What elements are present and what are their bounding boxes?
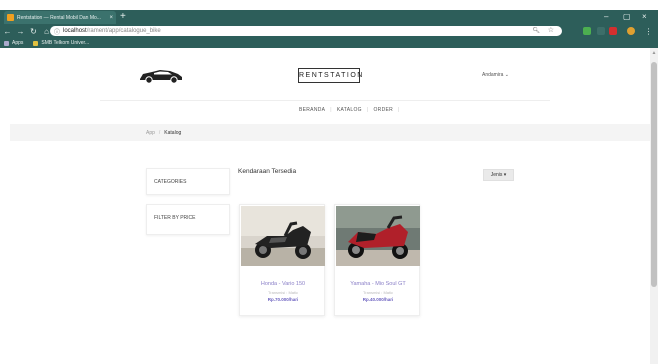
vehicle-name[interactable]: Honda - Vario 150 [240,281,326,287]
brand-title[interactable]: RENTSTATION [298,68,362,83]
scroll-thumb[interactable] [651,62,657,287]
nav-separator: | [330,107,332,113]
url-input[interactable]: ⓘ localhost /rament/app/catalogue_bike 🔍… [50,26,562,36]
apps-grid-icon [4,40,9,46]
back-arrow-icon[interactable]: ← [2,27,13,36]
new-tab-button[interactable]: + [120,11,126,23]
breadcrumb: App / Katalog [10,124,650,141]
bookmark-label: Apps [12,40,24,46]
page-content: RENTSTATION Andamira ⌄ BERANDA | KATALOG… [0,48,650,364]
vehicle-photo-mio[interactable] [336,206,420,266]
nav-separator: | [398,107,400,113]
extension-red-icon[interactable] [609,27,617,35]
close-window-button[interactable]: × [642,11,647,23]
car-logo-icon[interactable] [138,68,184,84]
tab-title: Rentstation — Rental Mobil Dan Mo... [17,14,101,21]
vehicle-transmission: Transmisi : Matic [267,290,299,295]
zoom-icon[interactable]: 🔍︎ [532,27,540,34]
maximize-window-button[interactable]: ▢ [623,11,631,23]
nav-item-beranda[interactable]: BERANDA [299,107,325,113]
vehicle-price: Rp.40.000/hari [362,297,394,302]
bookmarks-bar: Apps SMB Telkom Univer... [0,38,658,48]
vehicle-name[interactable]: Yamaha - Mio Soul GT [335,281,421,287]
scooter-image-icon [336,206,420,266]
nav-separator: | [366,107,369,113]
nav-item-order[interactable]: ORDER [373,107,393,113]
breadcrumb-current: Katalog [164,129,182,136]
favicon-icon [7,14,14,21]
address-bar: ← → ↻ ⌂ ⓘ localhost /rament/app/catalogu… [0,24,658,38]
main-nav: BERANDA | KATALOG | ORDER | [296,107,402,113]
breadcrumb-separator: / [158,129,161,136]
categories-title: CATEGORIES [154,179,187,185]
bookmark-apps[interactable]: Apps [4,40,23,46]
window-top-strip [0,0,658,10]
browser-tab-rentstation[interactable]: Rentstation — Rental Mobil Dan Mo... × [4,11,116,24]
header-divider [100,100,550,101]
bookmark-favicon-icon [33,40,39,46]
reload-icon[interactable]: ↻ [28,27,39,36]
vehicle-price: Rp.70.000/hari [267,297,299,302]
star-bookmark-icon[interactable]: ☆ [548,26,554,34]
close-tab-icon[interactable]: × [109,15,113,21]
url-host: localhost [63,28,87,34]
price-filter-panel[interactable]: FILTER BY PRICE [146,204,230,235]
extension-green-icon[interactable] [583,27,591,35]
scroll-up-arrow-icon[interactable]: ▲ [651,50,657,56]
extension-gray-icon[interactable] [597,27,605,35]
vehicle-card[interactable]: Yamaha - Mio Soul GT Transmisi : Matic R… [334,204,420,316]
jenis-dropdown-button[interactable]: Jenis ▾ [483,169,514,181]
minimize-window-button[interactable]: – [604,11,608,23]
bookmark-smb-telkom[interactable]: SMB Telkom Univer... [33,40,89,46]
page-scrollbar[interactable]: ▲ [650,48,658,364]
profile-avatar-icon[interactable] [627,27,635,35]
info-icon: ⓘ [54,29,61,36]
categories-panel[interactable]: CATEGORIES [146,168,230,195]
breadcrumb-app-link[interactable]: App [146,130,155,136]
vehicle-card[interactable]: Honda - Vario 150 Transmisi : Matic Rp.7… [239,204,325,316]
tab-bar: Rentstation — Rental Mobil Dan Mo... × +… [0,10,658,24]
browser-menu-icon[interactable]: ⋮ [643,27,654,36]
forward-arrow-icon[interactable]: → [15,27,26,36]
scooter-image-icon [241,206,325,266]
vehicle-transmission: Transmisi : Matic [362,290,394,295]
section-title: Kendaraan Tersedia [238,168,297,175]
user-menu-dropdown[interactable]: Andamira ⌄ [482,72,509,78]
url-path: /rament/app/catalogue_bike [86,28,161,34]
bookmark-label: SMB Telkom Univer... [41,40,90,46]
price-filter-title: FILTER BY PRICE [154,215,196,221]
nav-item-katalog[interactable]: KATALOG [337,107,362,113]
vehicle-photo-vario[interactable] [241,206,325,266]
